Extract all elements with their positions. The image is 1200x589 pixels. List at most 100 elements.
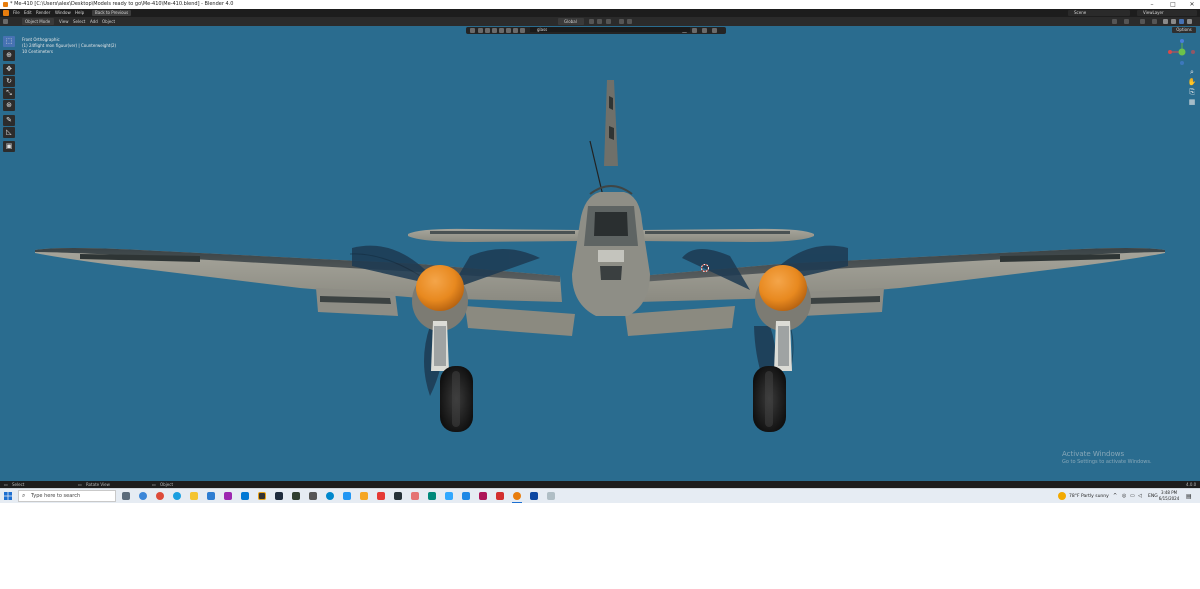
app-terminal-icon[interactable] (394, 492, 402, 500)
select-box-tool[interactable]: ⬚ (3, 36, 15, 47)
telegram-icon[interactable] (326, 492, 334, 500)
navigation-gizmo[interactable] (1168, 39, 1195, 65)
store-icon[interactable] (207, 492, 215, 500)
app-pink-icon[interactable] (411, 492, 419, 500)
wireframe-shading-icon[interactable] (1163, 19, 1168, 24)
editor-type-icon[interactable] (3, 19, 8, 24)
app-teal-icon[interactable] (428, 492, 436, 500)
windows-taskbar: Type here to search ⌕ 78°F Partly sunny … (0, 488, 1200, 503)
menu-help[interactable]: Help (75, 9, 84, 17)
solid-shading-icon[interactable] (1171, 19, 1176, 24)
material-shading-icon[interactable] (1179, 19, 1184, 24)
weather-text[interactable]: 78°F Partly sunny (1069, 489, 1109, 503)
battery-icon[interactable]: ▭ (1130, 489, 1135, 503)
filter-empty-icon[interactable] (506, 28, 511, 33)
chrome-icon[interactable] (156, 492, 164, 500)
close-button[interactable]: ✕ (1186, 0, 1198, 9)
weather-icon[interactable] (1058, 492, 1066, 500)
task-view-icon[interactable] (122, 492, 130, 500)
photoshop-icon[interactable] (445, 492, 453, 500)
app-red-icon[interactable] (377, 492, 385, 500)
active-app-indicator (512, 502, 522, 503)
display-mode-icon[interactable] (470, 28, 475, 33)
app-m-icon[interactable] (224, 492, 232, 500)
app-dark-icon[interactable] (258, 492, 266, 500)
proportional-edit-icon[interactable] (619, 19, 624, 24)
options-dropdown[interactable]: Options (1172, 27, 1196, 33)
sort-icon[interactable] (692, 28, 697, 33)
3d-viewport[interactable]: ⌕ Front Orthographic (1) 24flight mon fi… (0, 26, 1200, 481)
edge-icon[interactable] (139, 492, 147, 500)
xray-icon[interactable] (1152, 19, 1157, 24)
app-ps-icon[interactable] (275, 492, 283, 500)
version-text: 4.0.0 (1186, 482, 1197, 487)
app-gear-icon[interactable] (343, 492, 351, 500)
menu-window[interactable]: Window (55, 9, 71, 17)
move-tool[interactable]: ✥ (3, 64, 15, 75)
filter-mesh-icon[interactable] (485, 28, 490, 33)
app-blue-icon[interactable] (462, 492, 470, 500)
view-layer-selector[interactable]: ViewLayer (1137, 10, 1197, 16)
windows-start-icon[interactable] (4, 492, 12, 500)
acrobat-icon[interactable] (496, 492, 504, 500)
measure-tool[interactable]: ◺ (3, 127, 15, 138)
rotate-tool[interactable]: ↻ (3, 76, 15, 87)
annotate-tool[interactable]: ✎ (3, 115, 15, 126)
scene-selector[interactable]: Scene (1068, 10, 1130, 16)
maximize-button[interactable]: □ (1167, 0, 1179, 9)
minimize-button[interactable]: – (1146, 0, 1158, 9)
funnel-filter-icon[interactable] (702, 28, 707, 33)
filter-camera-icon[interactable] (492, 28, 497, 33)
app-light-icon[interactable] (547, 492, 555, 500)
snap-target-icon[interactable] (606, 19, 611, 24)
back-to-previous-button[interactable]: Back to Previous (92, 10, 132, 16)
pivot-icon[interactable] (589, 19, 594, 24)
camera-view-icon[interactable]: ⎘ (1187, 88, 1197, 97)
orientation-dropdown[interactable]: Global (558, 18, 584, 25)
filter-object-icon[interactable] (478, 28, 483, 33)
object-menu[interactable]: Object (102, 17, 115, 26)
app-y-icon[interactable] (360, 492, 368, 500)
scale-tool[interactable]: ⤡ (3, 88, 15, 99)
snap-icon[interactable] (597, 19, 602, 24)
rendered-shading-icon[interactable] (1187, 19, 1192, 24)
app-window-icon[interactable] (309, 492, 317, 500)
overlay-icon[interactable] (1140, 19, 1145, 24)
speaker-icon[interactable]: ◁ (1138, 489, 1142, 503)
app-crimson-icon[interactable] (479, 492, 487, 500)
add-cube-tool[interactable]: ▣ (3, 141, 15, 152)
tray-chevron-icon[interactable]: ^ (1113, 489, 1117, 503)
gizmo-icon[interactable] (1124, 19, 1129, 24)
new-collection-icon[interactable] (712, 28, 717, 33)
blender-menu-icon[interactable] (3, 10, 9, 16)
menu-render[interactable]: Render (36, 9, 50, 17)
blender-taskbar-icon[interactable] (513, 492, 521, 500)
outliner-search-input[interactable] (530, 27, 690, 32)
zoom-icon[interactable]: ⌕ (1187, 68, 1197, 77)
filter-light-icon[interactable] (499, 28, 504, 33)
visibility-icon[interactable] (1112, 19, 1117, 24)
falloff-icon[interactable] (627, 19, 632, 24)
mail-icon[interactable] (241, 492, 249, 500)
photoshop-alt-icon[interactable] (530, 492, 538, 500)
cursor-tool[interactable]: ⊕ (3, 50, 15, 61)
grid-view-icon[interactable]: ▦ (1187, 98, 1197, 107)
filter-other-icon[interactable] (513, 28, 518, 33)
menu-edit[interactable]: Edit (24, 9, 32, 17)
mode-dropdown[interactable]: Object Mode (22, 18, 54, 25)
network-icon[interactable]: ◎ (1122, 489, 1126, 503)
file-explorer-icon[interactable] (190, 492, 198, 500)
taskbar-clock[interactable]: 3:48 PM 6/15/2024 (1156, 490, 1182, 502)
pan-hand-icon[interactable]: ✋ (1187, 78, 1197, 87)
menu-file[interactable]: File (13, 9, 20, 17)
view-menu[interactable]: View (59, 17, 69, 26)
edge-dev-icon[interactable] (173, 492, 181, 500)
taskbar-search-box[interactable]: Type here to search (18, 490, 116, 502)
app-grey-icon[interactable] (292, 492, 300, 500)
select-menu[interactable]: Select (73, 17, 85, 26)
transform-tool[interactable]: ⊛ (3, 100, 15, 111)
notification-icon[interactable]: ▤ (1186, 489, 1192, 503)
add-menu[interactable]: Add (90, 17, 98, 26)
blender-logo-icon (3, 2, 8, 7)
filter-collection-icon[interactable] (520, 28, 525, 33)
